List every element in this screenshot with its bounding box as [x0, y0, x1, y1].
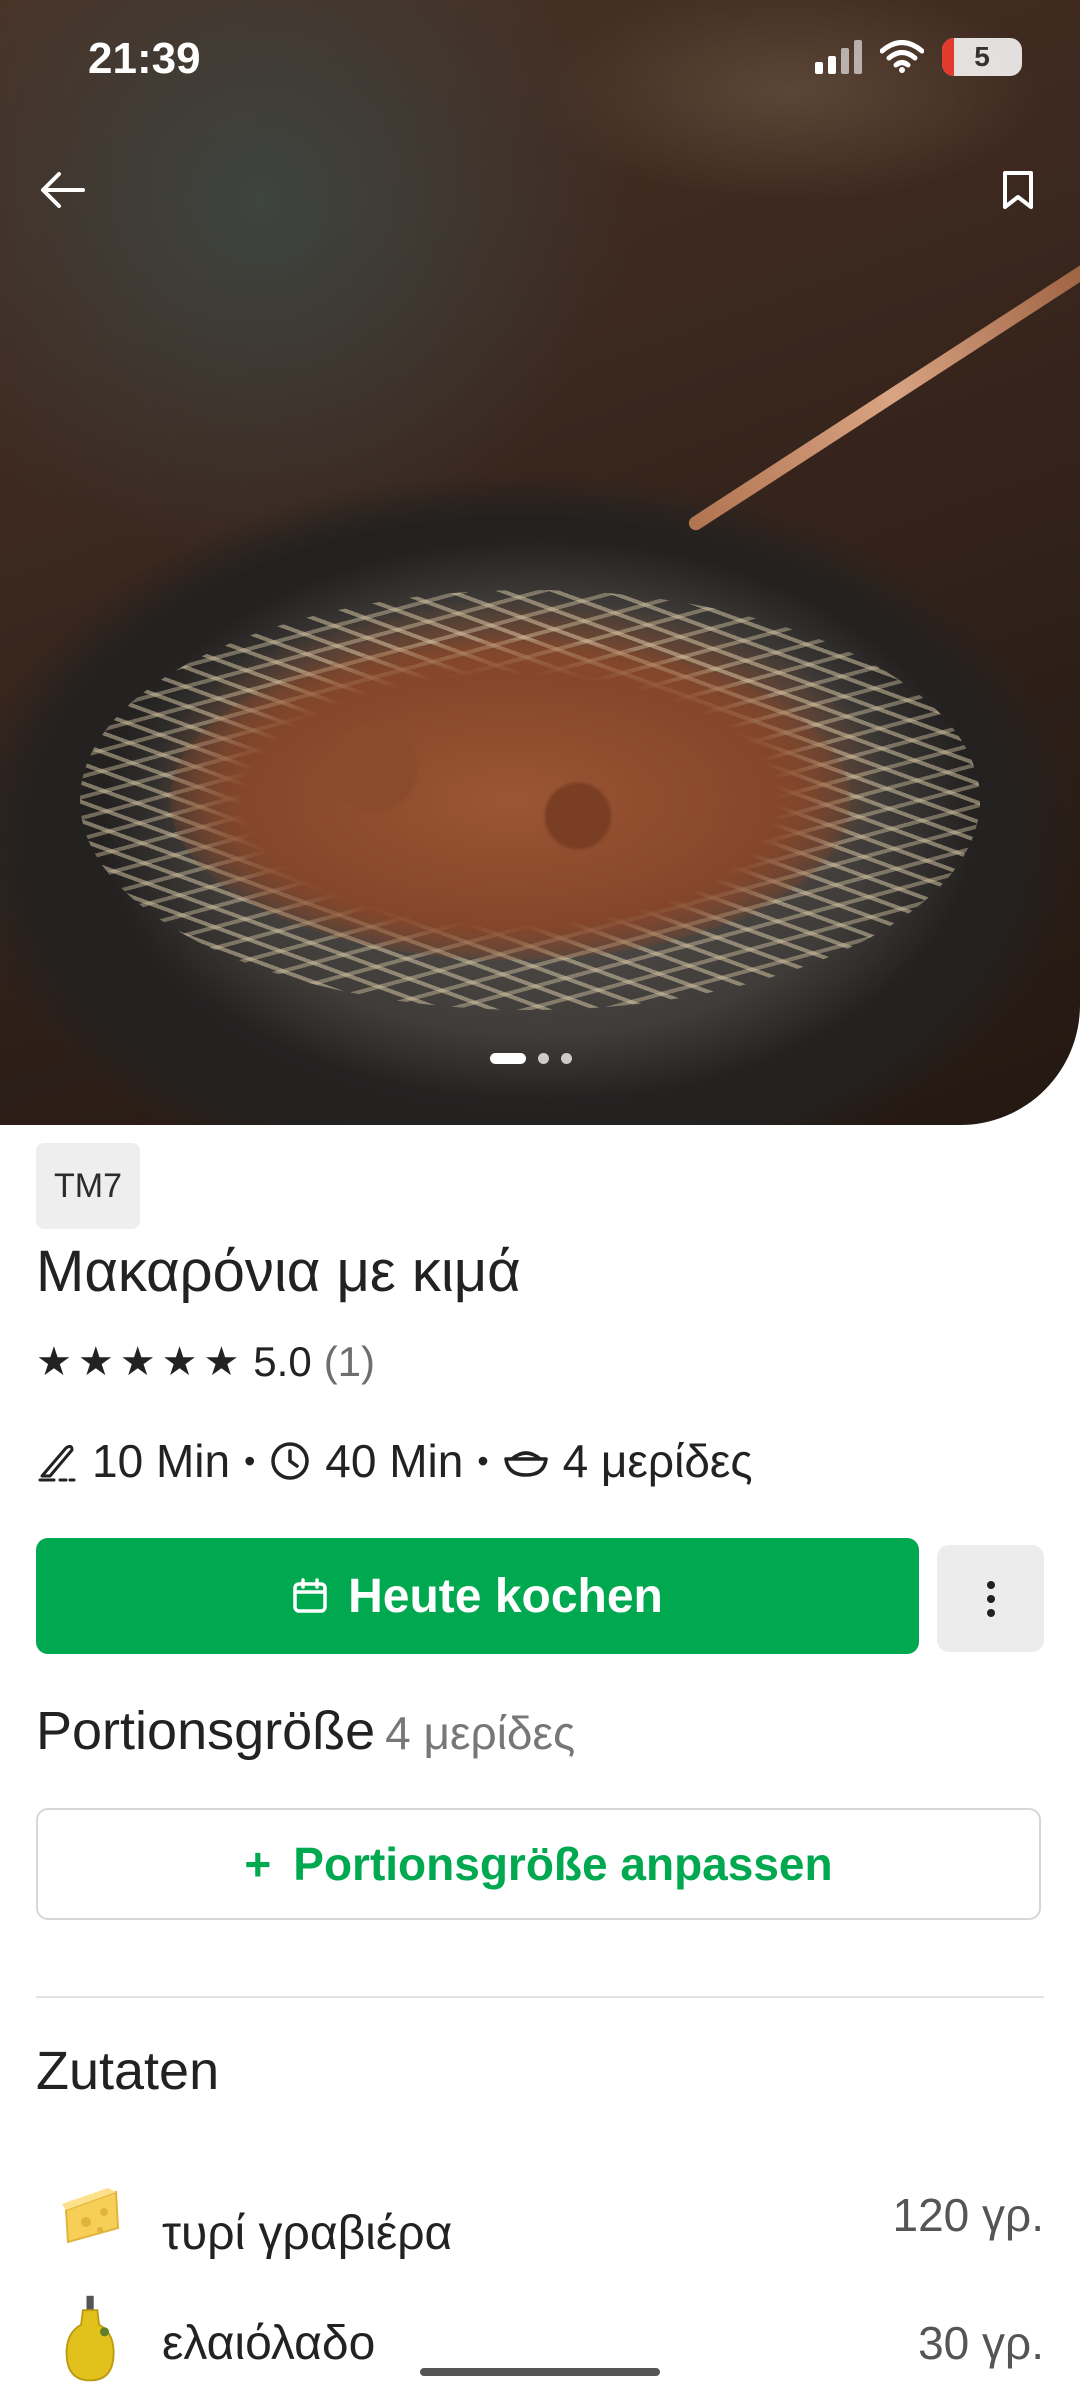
star-icon: ★ [161, 1340, 198, 1384]
rating-row[interactable]: ★ ★ ★ ★ ★ 5.0 (1) [36, 1338, 375, 1386]
signal-icon [815, 40, 862, 74]
cheese-icon [62, 2188, 120, 2244]
star-icon: ★ [203, 1340, 240, 1384]
more-vertical-icon [986, 1580, 995, 1617]
battery-level: 5 [974, 41, 990, 72]
home-indicator[interactable] [420, 2368, 660, 2376]
ingredient-row[interactable]: τυρί γραβιέρα 120 γρ. [36, 2170, 1044, 2280]
bookmark-icon [1003, 171, 1033, 209]
divider [36, 1996, 1044, 1998]
carousel-dot[interactable] [538, 1053, 549, 1064]
recipe-title: Μακαρόνια με κιμά [36, 1239, 521, 1304]
arrow-left-icon [41, 172, 85, 208]
status-icons: 5 [815, 38, 1022, 76]
fork-image-detail [686, 259, 1080, 533]
ingredient-quantity: 120 γρ. [892, 2189, 1044, 2241]
total-time: 40 Min [325, 1435, 464, 1487]
portion-size-row: Portionsgröße 4 μερίδες [36, 1700, 575, 1762]
meta-separator: • [244, 1442, 256, 1479]
plus-icon: + [244, 1838, 272, 1890]
status-bar: 21:39 5 [0, 0, 1080, 120]
adjust-portion-label: Portionsgröße anpassen [293, 1838, 833, 1890]
carousel-dot[interactable] [561, 1053, 572, 1064]
back-button[interactable] [32, 160, 92, 220]
star-icon: ★ [119, 1340, 156, 1384]
star-icon: ★ [77, 1340, 114, 1384]
meta-separator: • [477, 1442, 489, 1479]
cook-today-button[interactable]: Heute kochen [36, 1538, 919, 1654]
portion-value: 4 μερίδες [385, 1707, 576, 1759]
portion-heading: Portionsgröße [36, 1701, 376, 1761]
bookmark-button[interactable] [988, 160, 1048, 220]
rating-count: (1) [323, 1338, 376, 1385]
knife-icon [38, 1444, 76, 1482]
carousel-indicator[interactable] [490, 1053, 572, 1064]
more-options-button[interactable] [937, 1545, 1044, 1652]
status-time: 21:39 [88, 34, 201, 83]
ingredient-row[interactable]: ελαιόλαδο 30 γρ. [36, 2290, 1044, 2400]
calendar-icon [293, 1578, 327, 1613]
recipe-hero-image[interactable]: 21:39 5 [0, 0, 1080, 1125]
cook-today-label: Heute kochen [348, 1569, 663, 1623]
ingredient-name: ελαιόλαδο [162, 2317, 376, 2370]
clock-icon [271, 1442, 310, 1480]
minced-meat-image-detail [170, 640, 850, 960]
olive-oil-icon [65, 2295, 115, 2382]
device-badge: TM7 [36, 1143, 140, 1229]
prep-time: 10 Min [92, 1435, 231, 1487]
adjust-portion-button[interactable]: + Portionsgröße anpassen [36, 1808, 1041, 1920]
ingredient-quantity: 30 γρ. [918, 2317, 1044, 2369]
ingredients-heading: Zutaten [36, 2041, 220, 2101]
star-icon: ★ [36, 1340, 72, 1384]
battery-icon: 5 [942, 38, 1022, 76]
rating-value: 5.0 [253, 1338, 312, 1385]
wifi-icon [880, 40, 924, 73]
servings: 4 μερίδες [562, 1435, 753, 1487]
carousel-dot-active[interactable] [490, 1053, 526, 1064]
bowl-icon [503, 1451, 548, 1477]
recipe-meta-row: 10 Min • 40 Min • 4 μερίδες [36, 1434, 753, 1488]
ingredient-name: τυρί γραβιέρα [162, 2207, 453, 2260]
